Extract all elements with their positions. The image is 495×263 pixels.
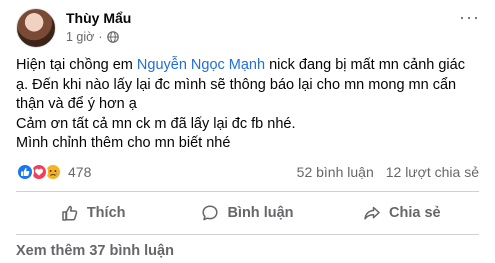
comment-count[interactable]: 52 bình luận: [297, 164, 374, 180]
avatar[interactable]: [16, 8, 56, 48]
more-options-icon[interactable]: ···: [459, 8, 480, 26]
post-text-line-2: Cảm ơn tất cả mn ck m đã lấy lại đc fb n…: [16, 115, 296, 132]
post-stats: 478 52 bình luận 12 lượt chia sẻ: [16, 160, 479, 184]
share-icon: [364, 206, 380, 220]
comment-icon: [202, 205, 219, 221]
reaction-count: 478: [68, 164, 92, 180]
share-button[interactable]: Chia sẻ: [325, 194, 479, 232]
thumbs-up-icon: [62, 205, 78, 221]
like-label: Thích: [86, 205, 126, 221]
share-count[interactable]: 12 lượt chia sẻ: [386, 164, 479, 180]
meta-separator: ·: [98, 30, 103, 44]
divider-top: [16, 191, 479, 192]
comment-label: Bình luận: [227, 205, 294, 221]
post-time[interactable]: 1 giờ: [66, 30, 94, 44]
post-actions: Thích Bình luận Chia sẻ: [16, 194, 479, 232]
engagement-counts: 52 bình luận 12 lượt chia sẻ: [297, 164, 479, 180]
post-text-line-1: Hiện tại chồng em Nguyễn Ngọc Mạnh nick …: [16, 56, 476, 115]
like-icon: [16, 163, 34, 181]
like-button[interactable]: Thích: [16, 194, 170, 232]
post-header: Thùy Mẩu 1 giờ · ···: [16, 6, 486, 50]
comment-button[interactable]: Bình luận: [170, 194, 324, 232]
post-text-intro: Hiện tại chồng em: [16, 57, 137, 73]
author-name[interactable]: Thùy Mẩu: [66, 10, 131, 26]
globe-icon: [106, 31, 119, 43]
post-meta: 1 giờ ·: [66, 30, 119, 44]
mention-link[interactable]: Nguyễn Ngọc Mạnh: [137, 57, 265, 73]
share-label: Chia sẻ: [389, 205, 441, 221]
view-more-comments-link[interactable]: Xem thêm 37 bình luận: [16, 243, 174, 259]
post-text: Hiện tại chồng em Nguyễn Ngọc Mạnh nick …: [16, 56, 476, 154]
divider-bottom: [16, 234, 479, 235]
reaction-summary[interactable]: 478: [16, 163, 91, 181]
post-text-line-3: Mình chỉnh thêm cho mn biết nhé: [16, 135, 231, 151]
facebook-post: Thùy Mẩu 1 giờ · ··· Hiện tại chồng em N…: [0, 0, 495, 263]
